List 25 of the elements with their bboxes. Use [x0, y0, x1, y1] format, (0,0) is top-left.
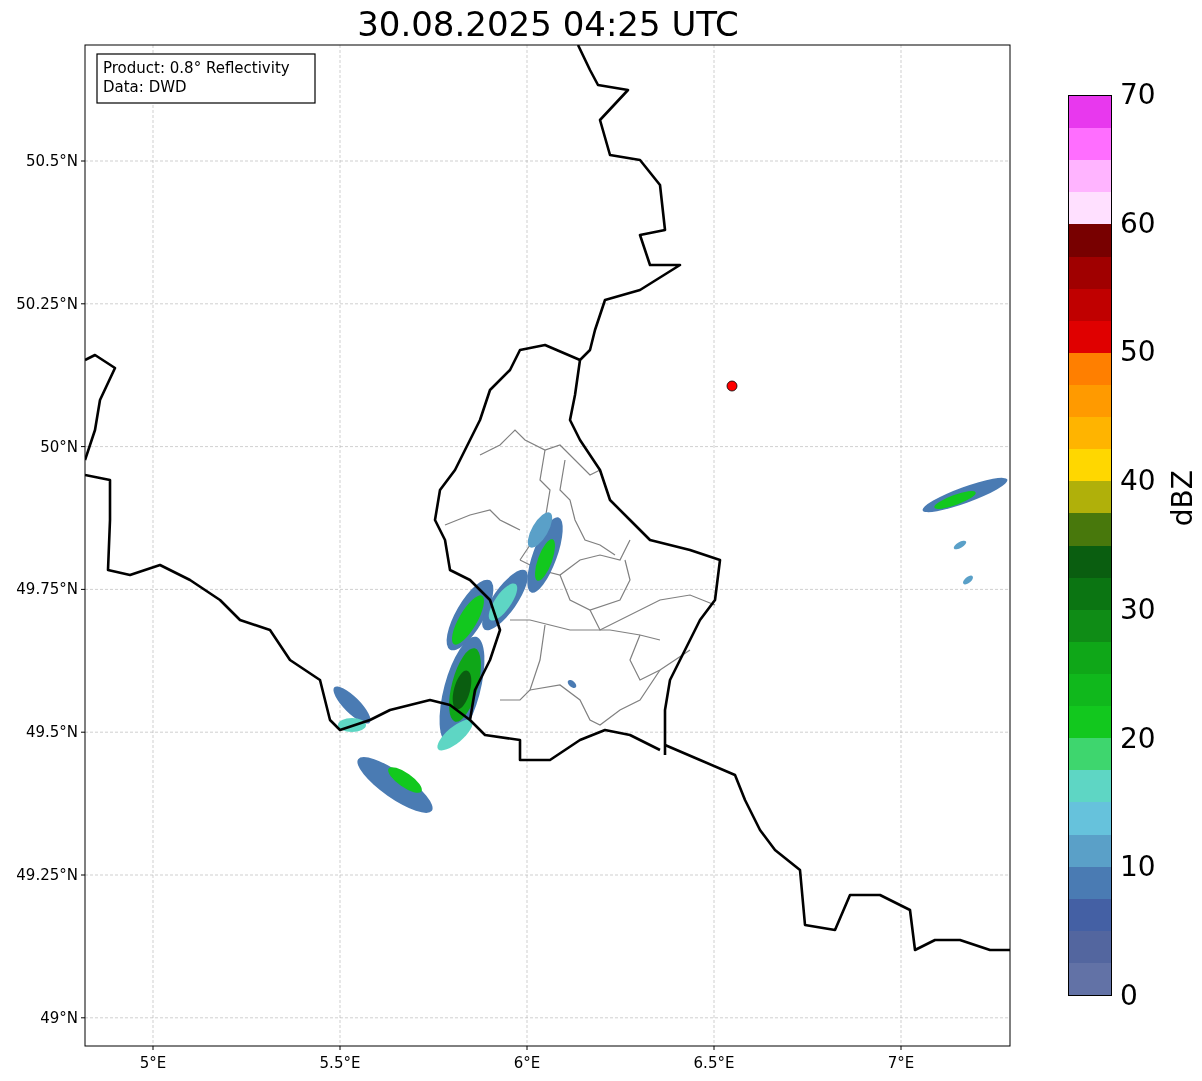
colorbar-label: 50 — [1120, 338, 1156, 367]
colorbar-label: 70 — [1120, 81, 1156, 109]
axis-label: 50.25°N — [16, 294, 78, 313]
axis-label: 6°E — [513, 1054, 541, 1072]
info-text: Product: 0.8° Reflectivity — [103, 59, 290, 77]
axis-label: 5°E — [139, 1054, 167, 1072]
axis-label: 49.75°N — [16, 580, 78, 599]
colorbar-label: 40 — [1120, 467, 1156, 496]
axis-label: 7°E — [887, 1054, 915, 1072]
colorbar-label: 20 — [1120, 724, 1156, 753]
colorbar-label: 0 — [1120, 982, 1138, 1010]
chart-title: 30.08.2025 04:25 UTC — [357, 4, 739, 44]
colorbar-label: 60 — [1120, 209, 1156, 238]
axis-label: 50.5°N — [25, 152, 78, 170]
colorbar-label: 30 — [1120, 595, 1156, 624]
colorbar-title: dBZ — [1166, 469, 1199, 527]
axis-label: 49.5°N — [25, 723, 78, 742]
location-marker — [726, 380, 738, 392]
axis-label: 6.5°E — [693, 1054, 735, 1072]
info-text: Data: DWD — [103, 78, 187, 96]
axis-label: 49.25°N — [16, 866, 78, 884]
colorbar-label: 10 — [1120, 853, 1156, 882]
axis-label: 5.5°E — [319, 1054, 361, 1072]
axis-label: 49°N — [40, 1008, 78, 1027]
axis-label: 50°N — [40, 437, 78, 456]
